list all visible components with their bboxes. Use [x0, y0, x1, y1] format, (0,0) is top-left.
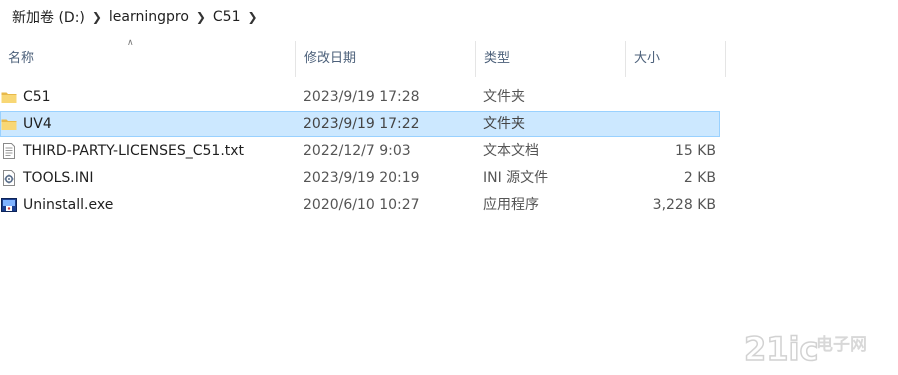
folder-icon — [1, 92, 17, 103]
watermark-logo: 21ic 电子网 — [742, 328, 892, 369]
file-size: 2 KB — [683, 170, 716, 186]
breadcrumb-c51[interactable]: C51 — [211, 9, 243, 25]
chevron-right-icon[interactable]: ❯ — [242, 10, 262, 24]
svg-text:21ic: 21ic — [744, 330, 818, 368]
file-size: 3,228 KB — [652, 197, 716, 213]
exe-file-icon — [1, 198, 17, 212]
column-header-size-label: 大小 — [634, 51, 661, 66]
file-date: 2022/12/7 9:03 — [303, 143, 411, 159]
file-row-uv4[interactable]: UV4 2023/9/19 17:22 文件夹 — [0, 111, 720, 137]
svg-text:电子网: 电子网 — [816, 334, 867, 355]
column-divider[interactable] — [725, 41, 726, 77]
file-name: Uninstall.exe — [23, 197, 114, 213]
file-date: 2023/9/19 20:19 — [303, 170, 420, 186]
column-header-name-label: 名称 — [8, 51, 35, 66]
file-date: 2020/6/10 10:27 — [303, 197, 420, 213]
file-row-c51[interactable]: C51 2023/9/19 17:28 文件夹 — [0, 84, 720, 110]
column-header-name[interactable]: 名称 — [0, 37, 296, 80]
column-header-date[interactable]: 修改日期 — [296, 37, 476, 80]
file-type: INI 源文件 — [483, 170, 549, 186]
breadcrumb: 新加卷 (D:) ❯ learningpro ❯ C51 ❯ — [0, 0, 898, 33]
file-name: THIRD-PARTY-LICENSES_C51.txt — [23, 143, 245, 159]
file-row-licenses[interactable]: THIRD-PARTY-LICENSES_C51.txt 2022/12/7 9… — [0, 138, 720, 164]
column-header-date-label: 修改日期 — [304, 51, 357, 66]
file-date: 2023/9/19 17:22 — [303, 116, 420, 132]
file-type: 文本文档 — [483, 143, 539, 159]
column-header-row: ∧ 名称 修改日期 类型 大小 — [0, 37, 898, 80]
breadcrumb-drive[interactable]: 新加卷 (D:) — [10, 7, 87, 27]
file-type: 应用程序 — [483, 197, 539, 213]
file-type: 文件夹 — [483, 89, 525, 105]
file-type: 文件夹 — [483, 116, 525, 132]
column-header-type[interactable]: 类型 — [476, 37, 626, 80]
file-name: UV4 — [23, 116, 52, 132]
folder-icon — [1, 119, 17, 130]
file-size: 15 KB — [674, 143, 716, 159]
chevron-right-icon[interactable]: ❯ — [191, 10, 211, 24]
chevron-right-icon[interactable]: ❯ — [87, 10, 107, 24]
column-header-type-label: 类型 — [484, 51, 511, 66]
column-header-size[interactable]: 大小 — [626, 37, 726, 80]
file-row-uninstall[interactable]: Uninstall.exe 2020/6/10 10:27 应用程序 3,228… — [0, 192, 720, 218]
breadcrumb-learningpro[interactable]: learningpro — [107, 9, 191, 25]
ini-file-icon — [3, 170, 15, 186]
text-file-icon — [3, 143, 15, 159]
file-name: TOOLS.INI — [23, 170, 94, 186]
file-name: C51 — [23, 89, 51, 105]
file-row-tools-ini[interactable]: TOOLS.INI 2023/9/19 20:19 INI 源文件 2 KB — [0, 165, 720, 191]
file-date: 2023/9/19 17:28 — [303, 89, 420, 105]
